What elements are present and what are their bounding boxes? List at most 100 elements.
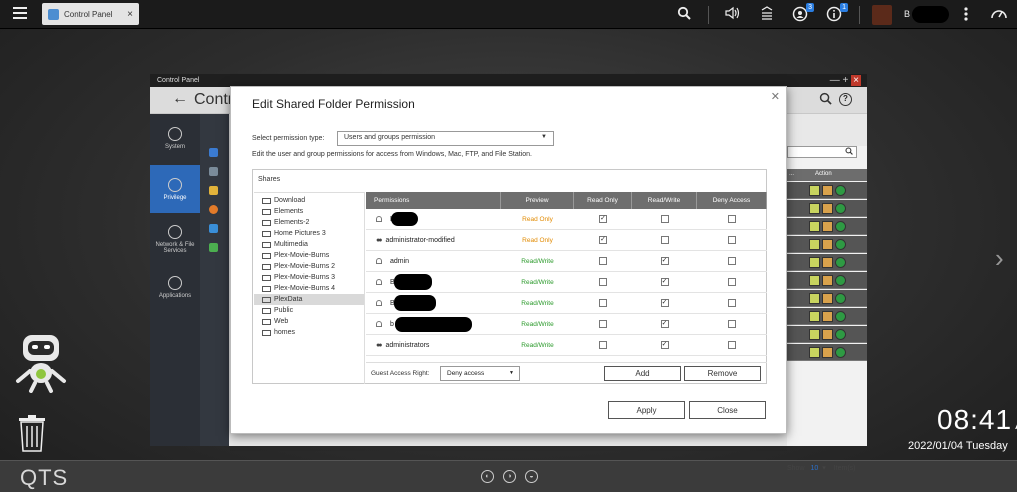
tree-item[interactable]: Plex-Movie-Burns <box>254 250 364 261</box>
refresh-icon[interactable] <box>835 239 846 250</box>
refresh-icon[interactable] <box>835 347 846 358</box>
edit-icon[interactable] <box>809 257 820 268</box>
read-only-checkbox[interactable] <box>599 257 607 265</box>
tasks-icon[interactable] <box>758 6 776 24</box>
volume-icon[interactable] <box>724 6 742 24</box>
table-row[interactable]: ●● administrators Read/Write ✓ <box>366 335 767 356</box>
tree-item[interactable]: Plex-Movie-Burns 4 <box>254 283 364 294</box>
permission-icon[interactable] <box>822 257 833 268</box>
sidebar-item-network[interactable]: Network & File Services <box>150 215 200 263</box>
search-icon[interactable] <box>675 6 693 24</box>
refresh-icon[interactable] <box>835 329 846 340</box>
tree-item[interactable]: Download <box>254 195 364 206</box>
deny-access-checkbox[interactable] <box>728 278 736 286</box>
read-only-checkbox[interactable] <box>599 320 607 328</box>
read-only-checkbox[interactable] <box>599 299 607 307</box>
menu-icon[interactable] <box>13 7 27 19</box>
add-button[interactable]: Add <box>604 366 681 381</box>
quota-icon[interactable] <box>209 205 218 214</box>
permission-icon[interactable] <box>822 185 833 196</box>
permission-type-select[interactable]: Users and groups permission ▼ <box>337 131 554 146</box>
tree-item[interactable]: Elements-2 <box>254 217 364 228</box>
deny-access-checkbox[interactable] <box>728 299 736 307</box>
refresh-icon[interactable] <box>835 311 846 322</box>
read-write-checkbox[interactable] <box>660 215 669 223</box>
tree-item[interactable]: Web <box>254 316 364 327</box>
list-search-input[interactable] <box>787 146 857 158</box>
groups-icon[interactable] <box>209 167 218 176</box>
guest-access-select[interactable]: Deny access ▼ <box>440 366 520 381</box>
edit-icon[interactable] <box>809 329 820 340</box>
deny-access-checkbox[interactable] <box>728 341 736 349</box>
tree-item[interactable]: Home Pictures 3 <box>254 228 364 239</box>
tree-item[interactable]: Plex-Movie-Burns 3 <box>254 272 364 283</box>
permission-icon[interactable] <box>822 293 833 304</box>
permission-icon[interactable] <box>822 203 833 214</box>
read-write-checkbox[interactable]: ✓ <box>660 341 669 349</box>
more-options-icon[interactable] <box>957 6 975 24</box>
remove-button[interactable]: Remove <box>684 366 761 381</box>
tree-item-selected[interactable]: PlexData <box>254 294 364 305</box>
permission-icon[interactable] <box>822 239 833 250</box>
back-arrow-icon[interactable]: ← <box>172 90 188 108</box>
edit-icon[interactable] <box>809 203 820 214</box>
tree-item[interactable]: Public <box>254 305 364 316</box>
helpdesk-robot-icon[interactable] <box>13 333 69 393</box>
help-icon[interactable]: ? <box>839 93 852 106</box>
deny-access-checkbox[interactable] <box>728 320 736 328</box>
notification-center-icon[interactable]: 3 <box>791 3 814 24</box>
read-write-checkbox[interactable]: ✓ <box>660 257 669 265</box>
dock-icon[interactable]: ◑ <box>503 470 516 483</box>
tree-item[interactable]: Elements <box>254 206 364 217</box>
refresh-icon[interactable] <box>835 275 846 286</box>
edit-icon[interactable] <box>809 347 820 358</box>
apply-button[interactable]: Apply <box>608 401 685 419</box>
domain-security-icon[interactable] <box>209 224 218 233</box>
close-icon[interactable]: ✕ <box>771 90 780 103</box>
permission-icon[interactable] <box>822 221 833 232</box>
read-write-checkbox[interactable] <box>660 236 669 244</box>
read-only-checkbox[interactable] <box>599 278 607 286</box>
window-controls[interactable]: — + × <box>830 74 861 87</box>
deny-access-checkbox[interactable] <box>728 236 736 244</box>
tree-item[interactable]: homes <box>254 327 364 338</box>
domain-controller-icon[interactable] <box>209 243 218 252</box>
read-write-checkbox[interactable]: ✓ <box>660 278 669 286</box>
page-size-select[interactable]: 10 <box>810 465 818 472</box>
taskbar-tab-control-panel[interactable]: Control Panel × <box>42 3 139 25</box>
dock-icon[interactable]: ◒ <box>525 470 538 483</box>
user-name[interactable]: B <box>904 9 910 19</box>
sidebar-item-system[interactable]: System <box>150 114 200 162</box>
refresh-icon[interactable] <box>835 185 846 196</box>
sidebar-item-applications[interactable]: Applications <box>150 263 200 311</box>
refresh-icon[interactable] <box>835 203 846 214</box>
next-page-arrow-icon[interactable]: › <box>995 243 1004 274</box>
close-button[interactable]: Close <box>689 401 766 419</box>
dock-icon[interactable]: ◐ <box>481 470 494 483</box>
dashboard-icon[interactable] <box>990 6 1008 24</box>
permission-icon[interactable] <box>822 311 833 322</box>
edit-icon[interactable] <box>809 275 820 286</box>
permission-icon[interactable] <box>822 347 833 358</box>
edit-icon[interactable] <box>809 239 820 250</box>
read-only-checkbox[interactable]: ✓ <box>599 236 607 244</box>
read-write-checkbox[interactable]: ✓ <box>660 299 669 307</box>
search-icon[interactable] <box>819 92 832 108</box>
users-icon[interactable] <box>209 148 218 157</box>
deny-access-checkbox[interactable] <box>728 215 736 223</box>
permission-icon[interactable] <box>822 329 833 340</box>
sidebar-item-privilege[interactable]: Privilege <box>150 165 200 213</box>
permission-icon[interactable] <box>822 275 833 286</box>
edit-icon[interactable] <box>809 293 820 304</box>
table-row[interactable]: B Read/Write ✓ <box>366 293 767 314</box>
tree-item[interactable]: Plex-Movie-Burns 2 <box>254 261 364 272</box>
avatar[interactable] <box>872 5 892 25</box>
recycle-bin-icon[interactable] <box>17 414 47 452</box>
read-only-checkbox[interactable]: ✓ <box>599 215 607 223</box>
refresh-icon[interactable] <box>835 221 846 232</box>
table-row[interactable]: ●● administrator-modified Read Only ✓ <box>366 230 767 251</box>
edit-icon[interactable] <box>809 185 820 196</box>
read-write-checkbox[interactable]: ✓ <box>660 320 669 328</box>
close-icon[interactable]: × <box>127 9 133 20</box>
table-row[interactable]: L Read Only ✓ <box>366 209 767 230</box>
